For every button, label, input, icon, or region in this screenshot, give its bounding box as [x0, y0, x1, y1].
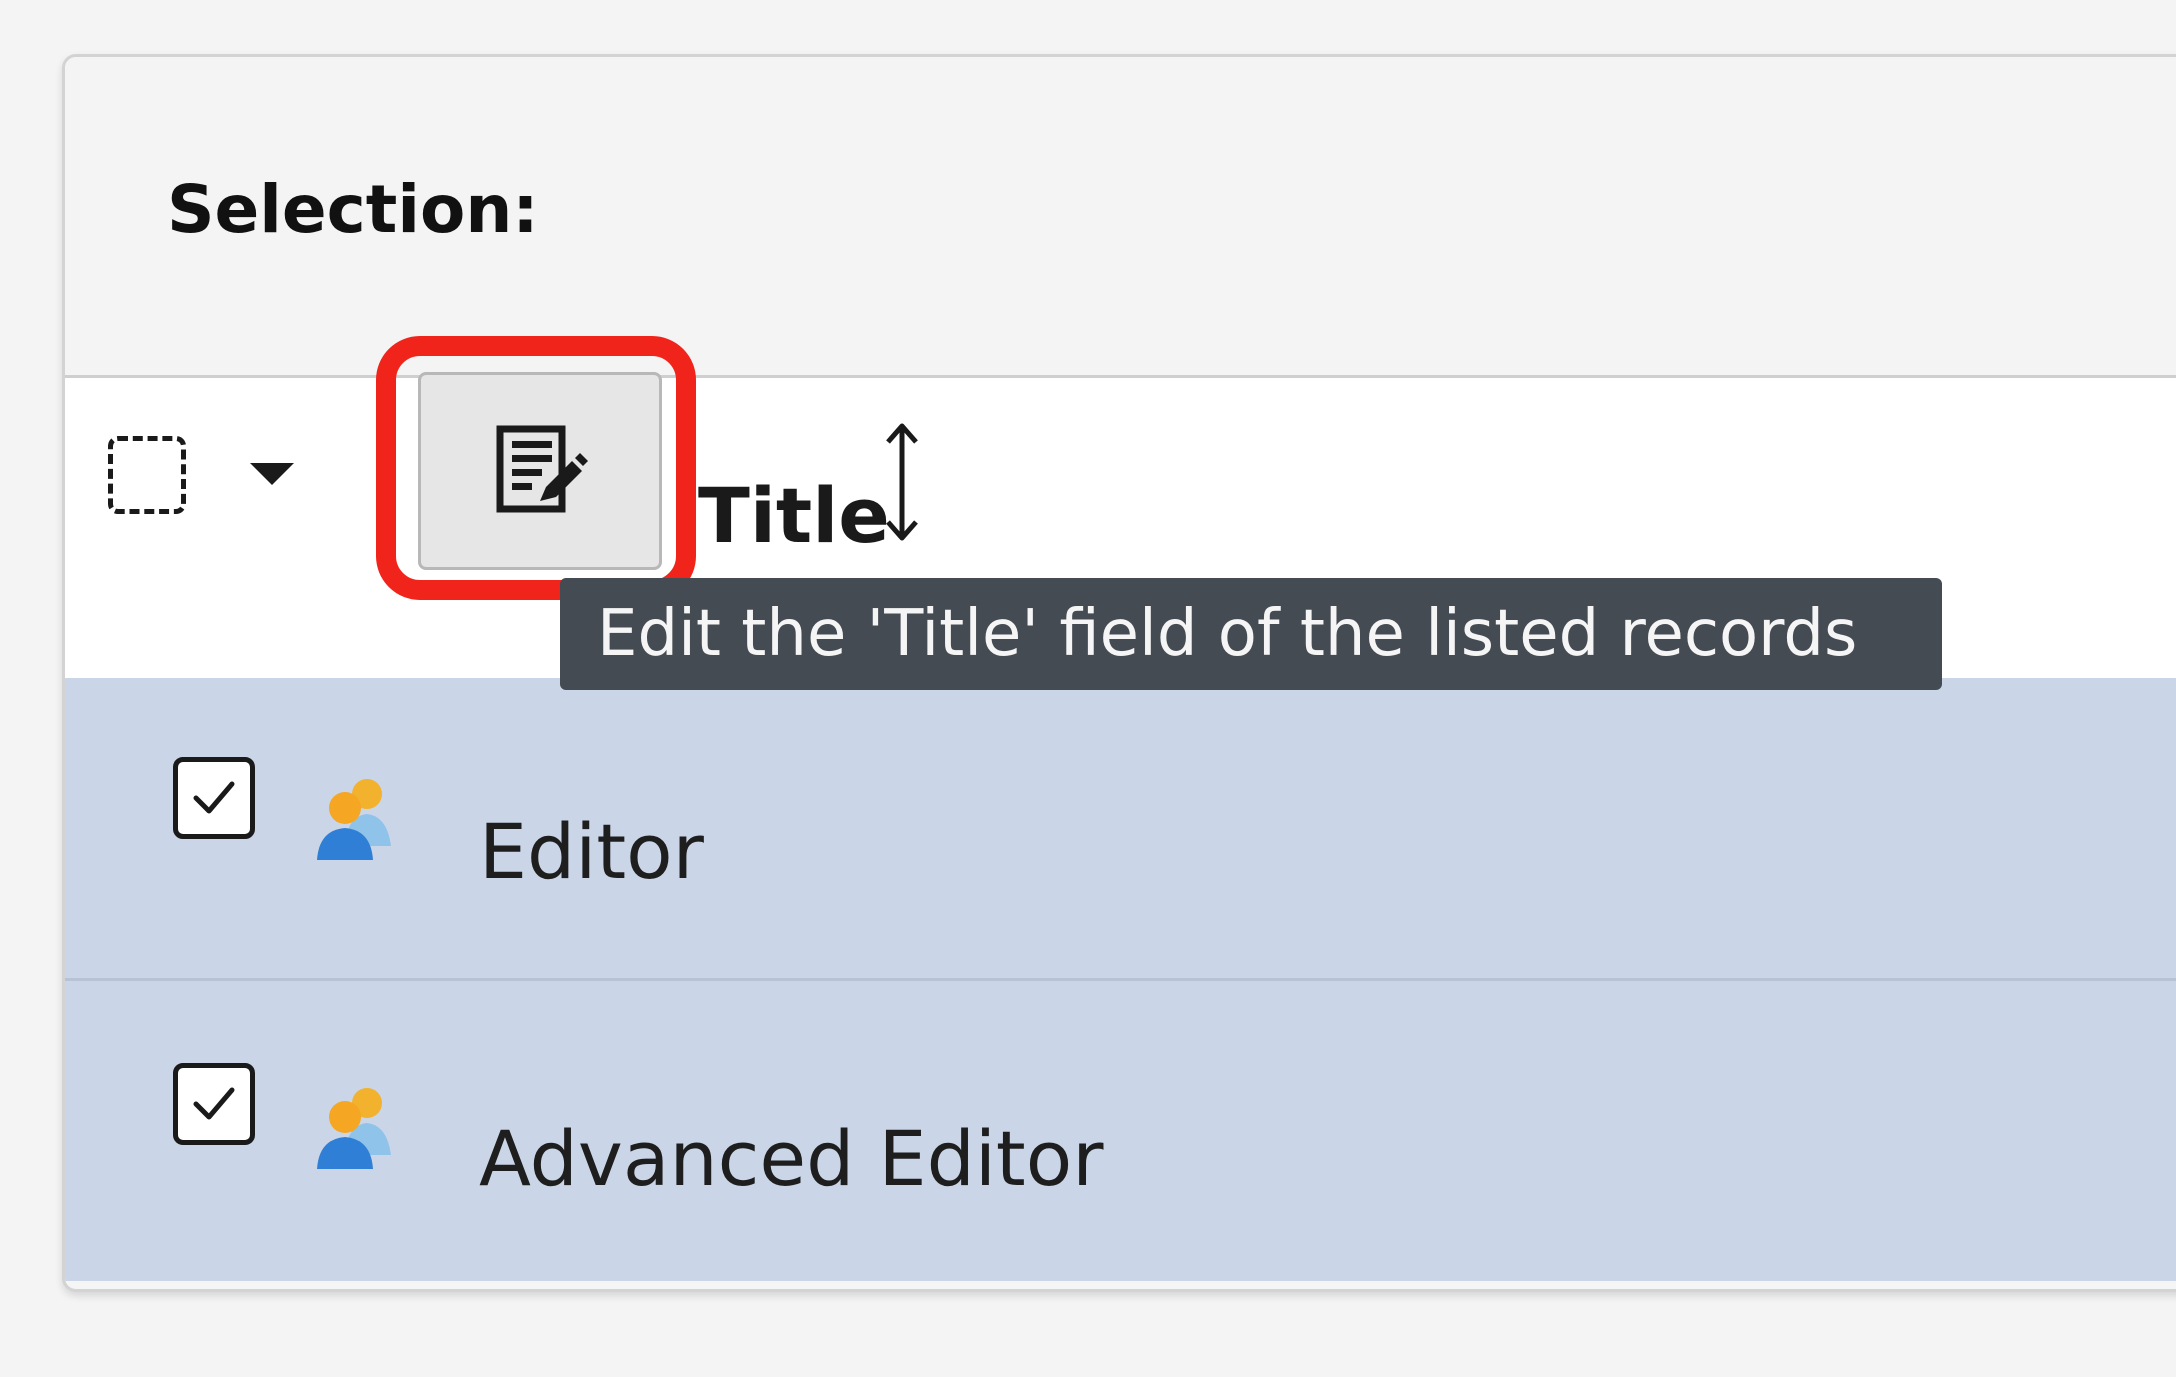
row-title[interactable]: Advanced Editor: [479, 1121, 1103, 1197]
table-row[interactable]: Editor: [65, 678, 2176, 981]
user-group-icon: [317, 779, 391, 860]
tooltip: Edit the 'Title' field of the listed rec…: [560, 578, 1942, 690]
row-title[interactable]: Editor: [479, 814, 704, 890]
checkmark-icon: [193, 1087, 235, 1120]
column-title-label[interactable]: Title: [698, 478, 890, 554]
chevron-down-icon[interactable]: [250, 463, 294, 485]
highlight-annotation: [376, 336, 696, 600]
user-group-icon: [317, 1088, 391, 1169]
row-checkbox[interactable]: [173, 757, 255, 839]
row-checkbox[interactable]: [173, 1063, 255, 1145]
selection-header: Selection:: [65, 57, 2176, 378]
selection-title: Selection:: [167, 171, 539, 248]
checkmark-icon: [193, 781, 235, 814]
select-all-checkbox[interactable]: [108, 436, 186, 514]
sort-arrows-icon[interactable]: [880, 418, 924, 546]
table-row[interactable]: Advanced Editor: [65, 981, 2176, 1281]
